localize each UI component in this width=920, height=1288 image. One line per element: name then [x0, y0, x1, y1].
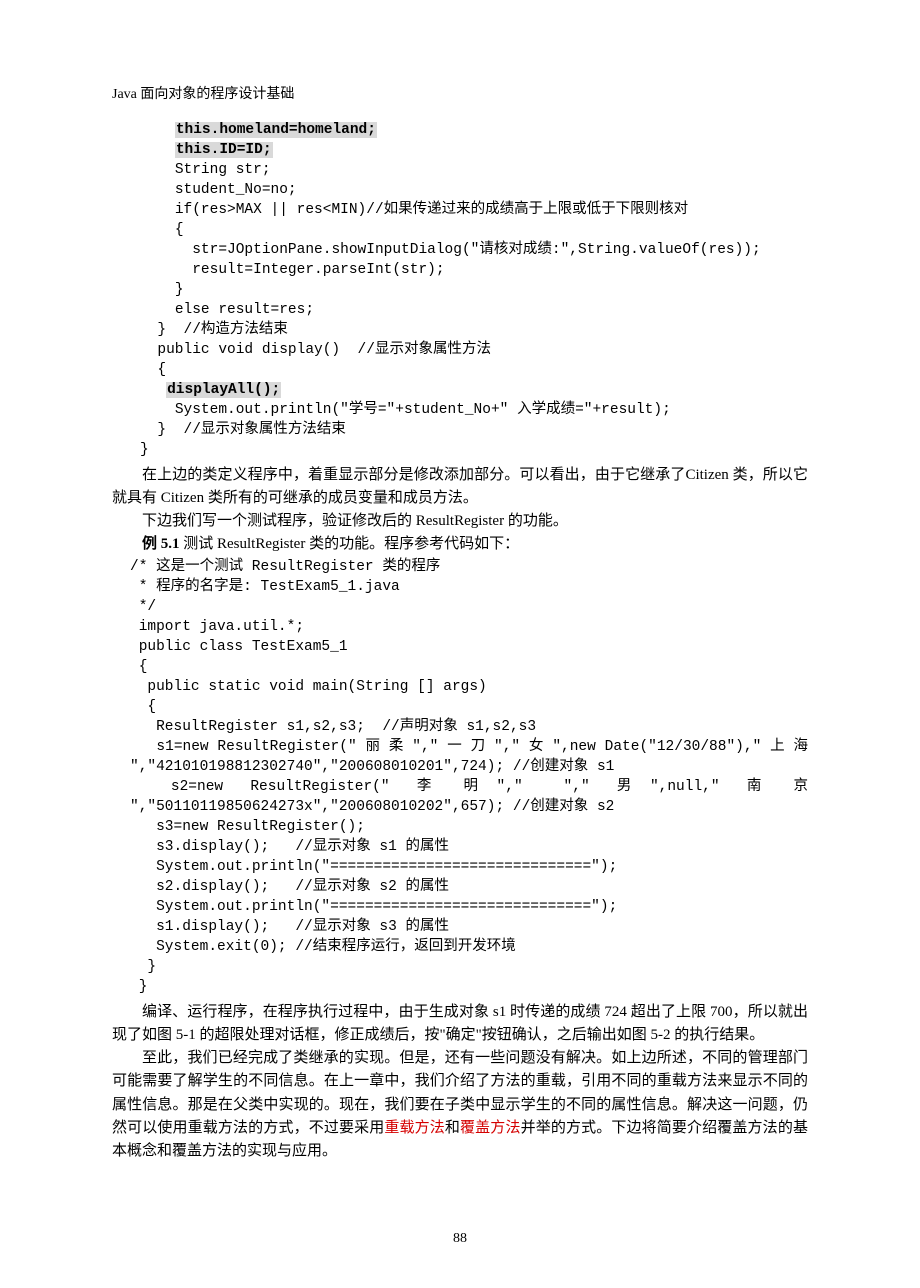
highlight-id: this.ID=ID; — [175, 142, 273, 158]
example-line: 例 5.1 测试 ResultRegister 类的功能。程序参考代码如下： — [112, 533, 808, 556]
paragraph-3: 编译、运行程序，在程序执行过程中，由于生成对象 s1 时传递的成绩 724 超出… — [112, 1001, 808, 1048]
code-line-s1a: s1=new ResultRegister(" 丽 柔 "," 一 刀 "," … — [130, 737, 808, 757]
paragraph-2: 下边我们写一个测试程序，验证修改后的 ResultRegister 的功能。 — [112, 510, 808, 533]
paragraph-1: 在上边的类定义程序中，着重显示部分是修改添加部分。可以看出，由于它继承了Citi… — [112, 464, 808, 511]
paragraph-4: 至此，我们已经完成了类继承的实现。但是，还有一些问题没有解决。如上边所述，不同的… — [112, 1047, 808, 1163]
page-header: Java 面向对象的程序设计基础 — [112, 84, 808, 106]
highlight-displayall: displayAll(); — [166, 382, 281, 398]
page-number: 88 — [0, 1228, 920, 1250]
example-label: 例 5.1 — [142, 536, 180, 552]
red-term-overload: 重载方法 — [384, 1120, 445, 1136]
code-block-1: this.homeland=homeland; this.ID=ID; Stri… — [112, 120, 808, 460]
code-line-s2a: s2=new ResultRegister(" 李 明 "," "," 男 ",… — [130, 777, 808, 797]
code-block-2: /* 这是一个测试 ResultRegister 类的程序 * 程序的名字是: … — [112, 557, 808, 997]
highlight-homeland: this.homeland=homeland; — [175, 122, 377, 138]
red-term-override: 覆盖方法 — [460, 1120, 521, 1136]
